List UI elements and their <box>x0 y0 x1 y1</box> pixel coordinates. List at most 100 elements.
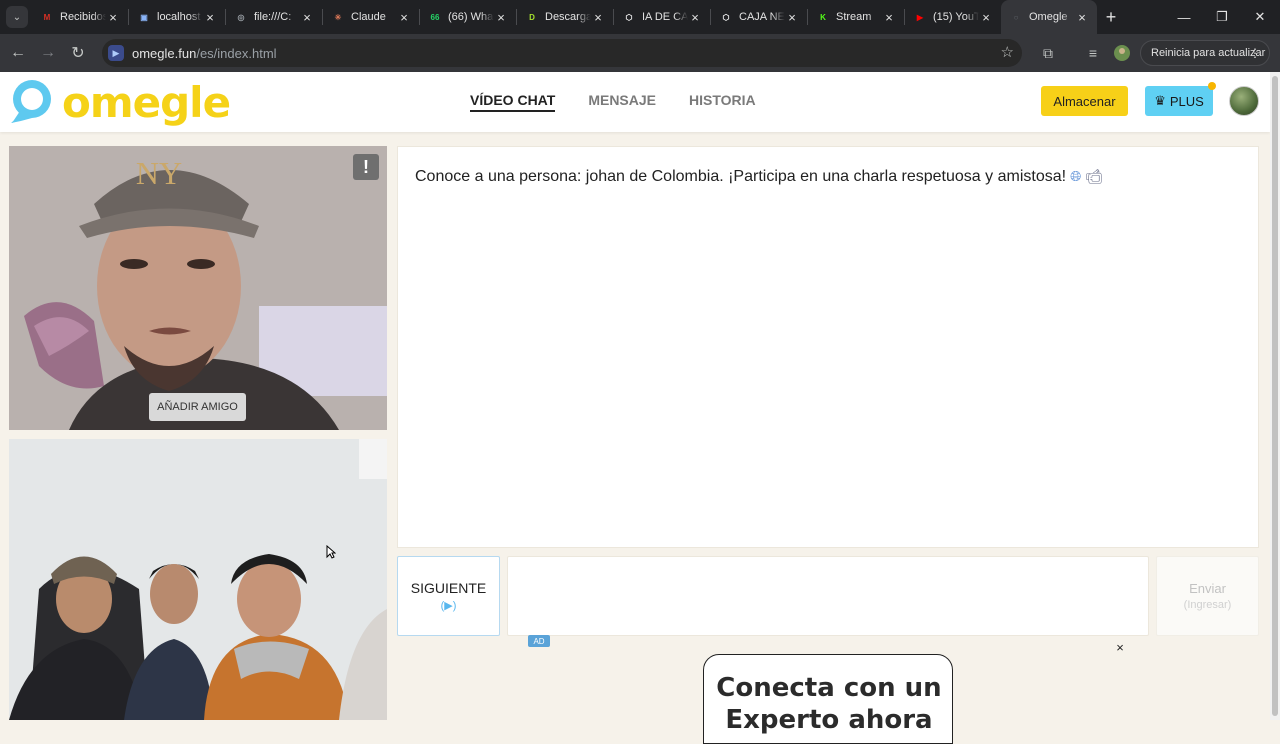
close-tab-icon[interactable]: × <box>106 10 120 25</box>
ad-headline: Conecta con un Experto ahora <box>704 672 952 736</box>
ad-card[interactable]: Conecta con un Experto ahora <box>703 654 953 744</box>
close-tab-icon[interactable]: × <box>300 10 314 25</box>
browser-tab-strip: ⌄ M Recibidos × ▣ localhost × ◎ file:///C: × ✳ Cla… <box>0 0 1280 34</box>
address-path: /es/index.html <box>196 45 277 61</box>
minimize-button[interactable]: — <box>1164 0 1204 34</box>
chat-system-message: Conoce a una persona: johan de Colombia.… <box>415 168 1103 186</box>
close-window-button[interactable]: ✕ <box>1240 0 1280 34</box>
main-nav: VÍDEO CHAT MENSAJE HISTORIA <box>470 92 756 112</box>
chat-message-input[interactable] <box>507 556 1149 636</box>
browser-tab[interactable]: ⬡ CAJA NEGRA× <box>711 0 807 34</box>
crown-icon: ♛ <box>1154 93 1166 108</box>
browser-tab[interactable]: D Descargar × <box>517 0 613 34</box>
browser-tab[interactable]: ✳ Claude × <box>323 0 419 34</box>
page-scrollbar[interactable] <box>1270 72 1280 720</box>
browser-tab[interactable]: 66 (66) WhatsApp× <box>420 0 516 34</box>
new-tab-button[interactable]: + <box>1097 7 1125 28</box>
send-shortcut: (Ingresar) <box>1183 599 1232 611</box>
chat-message-text: Conoce a una persona: johan de Colombia.… <box>415 168 1067 185</box>
user-avatar[interactable] <box>1229 86 1259 116</box>
nav-mensaje[interactable]: MENSAJE <box>588 92 656 112</box>
forward-button[interactable]: → <box>33 38 63 68</box>
bookmark-star-icon[interactable]: ☆ <box>1001 43 1014 61</box>
next-button[interactable]: SIGUIENTE (▶) <box>397 556 500 636</box>
close-tab-icon[interactable]: × <box>591 10 605 25</box>
address-host: omegle.fun <box>132 45 197 61</box>
tab-title: (66) WhatsApp <box>448 11 494 23</box>
local-video <box>9 439 387 720</box>
nav-historia[interactable]: HISTORIA <box>689 92 756 112</box>
send-button[interactable]: Enviar (Ingresar) <box>1156 556 1259 636</box>
remote-video-frame: NY <box>9 146 387 430</box>
descargar-icon: D <box>529 12 535 22</box>
close-tab-icon[interactable]: × <box>882 10 896 25</box>
browser-tab[interactable]: ▶ (15) YouTube× <box>905 0 1001 34</box>
browser-tab[interactable]: ⬡ IA DE CAJA× <box>614 0 710 34</box>
logo-text: omegle <box>62 77 231 127</box>
browser-tab[interactable]: M Recibidos × <box>32 0 128 34</box>
next-label: SIGUIENTE <box>410 580 487 596</box>
report-button[interactable]: ! <box>353 154 379 180</box>
scrollbar-thumb[interactable] <box>1272 76 1278 716</box>
extensions-icon[interactable]: ⧉ <box>1038 43 1058 63</box>
browser-menu-icon[interactable]: ⋮ <box>1249 46 1261 60</box>
openai-icon: ⬡ <box>625 12 633 22</box>
reload-button[interactable]: ↻ <box>63 38 93 68</box>
omegle-logo-icon <box>8 77 58 127</box>
site-info-icon[interactable]: ▶ <box>108 45 124 61</box>
restart-to-update-button[interactable]: Reinicia para actualizar ⋮ <box>1140 40 1270 66</box>
svg-text:NY: NY <box>136 155 182 191</box>
openai-icon: ⬡ <box>722 12 730 22</box>
tab-title: CAJA NEGRA <box>739 11 785 23</box>
whatsapp-icon: 66 <box>430 12 440 22</box>
add-friend-button[interactable]: AÑADIR AMIGO <box>149 393 246 421</box>
tab-title: Claude <box>351 11 386 23</box>
globe-icon: 🌐︎ <box>1070 168 1082 184</box>
tab-title: Descargar <box>545 11 591 23</box>
gmail-icon: M <box>43 12 51 22</box>
notification-dot <box>1208 82 1216 90</box>
close-tab-icon[interactable]: × <box>1075 10 1089 25</box>
send-label: Enviar <box>1189 581 1226 596</box>
close-tab-icon[interactable]: × <box>203 10 217 25</box>
ad-headline-line1: Conecta con un <box>716 673 942 703</box>
tab-title: Recibidos <box>60 11 106 23</box>
tab-title: file:///C: <box>254 11 292 23</box>
kick-icon: K <box>820 12 826 22</box>
restore-button[interactable]: ❐ <box>1202 0 1242 34</box>
local-video-frame <box>9 439 387 720</box>
browser-tab[interactable]: ▣ localhost × <box>129 0 225 34</box>
address-bar[interactable]: ▶ omegle.fun/es/index.html ☆ <box>102 39 1022 67</box>
browser-tab[interactable]: ◎ file:///C: × <box>226 0 322 34</box>
chat-log: Conoce a una persona: johan de Colombia.… <box>397 146 1259 548</box>
close-tab-icon[interactable]: × <box>688 10 702 25</box>
profile-icon[interactable] <box>1112 43 1132 63</box>
close-tab-icon[interactable]: × <box>785 10 799 25</box>
tab-search-button[interactable]: ⌄ <box>6 6 28 28</box>
plus-button[interactable]: ♛ PLUS <box>1145 86 1213 116</box>
tab-list: M Recibidos × ▣ localhost × ◎ file:///C: × ✳ Claud… <box>32 0 1097 34</box>
claude-icon: ✳ <box>334 12 342 22</box>
close-tab-icon[interactable]: × <box>979 10 993 25</box>
tab-title: localhost <box>157 11 201 23</box>
nav-video-chat[interactable]: VÍDEO CHAT <box>470 92 556 112</box>
browser-tab[interactable]: ○ Omegle × <box>1001 0 1097 34</box>
omegle-logo[interactable]: omegle <box>8 77 231 127</box>
media-control-icon[interactable]: ≡ <box>1083 43 1103 63</box>
close-tab-icon[interactable]: × <box>397 10 411 25</box>
tab-title: Stream <box>836 11 872 23</box>
ad-badge: AD <box>528 635 550 647</box>
browser-tab[interactable]: K Stream × <box>808 0 904 34</box>
next-shortcut: (▶) <box>440 600 457 612</box>
ad-headline-line2: Experto ahora <box>725 705 933 735</box>
ad-close-button[interactable]: × <box>1113 640 1127 655</box>
store-button[interactable]: Almacenar <box>1041 86 1128 116</box>
tab-title: (15) YouTube <box>933 11 979 23</box>
site-header: omegle VÍDEO CHAT MENSAJE HISTORIA Almac… <box>0 72 1270 132</box>
close-tab-icon[interactable]: × <box>494 10 508 25</box>
remote-video: NY ! AÑADIR AMIGO <box>9 146 387 430</box>
back-button[interactable]: ← <box>3 38 33 68</box>
camera-icon: 📹︎ <box>1085 168 1104 184</box>
omegle-icon: ○ <box>1013 12 1019 22</box>
tab-title: Omegle <box>1029 11 1068 23</box>
